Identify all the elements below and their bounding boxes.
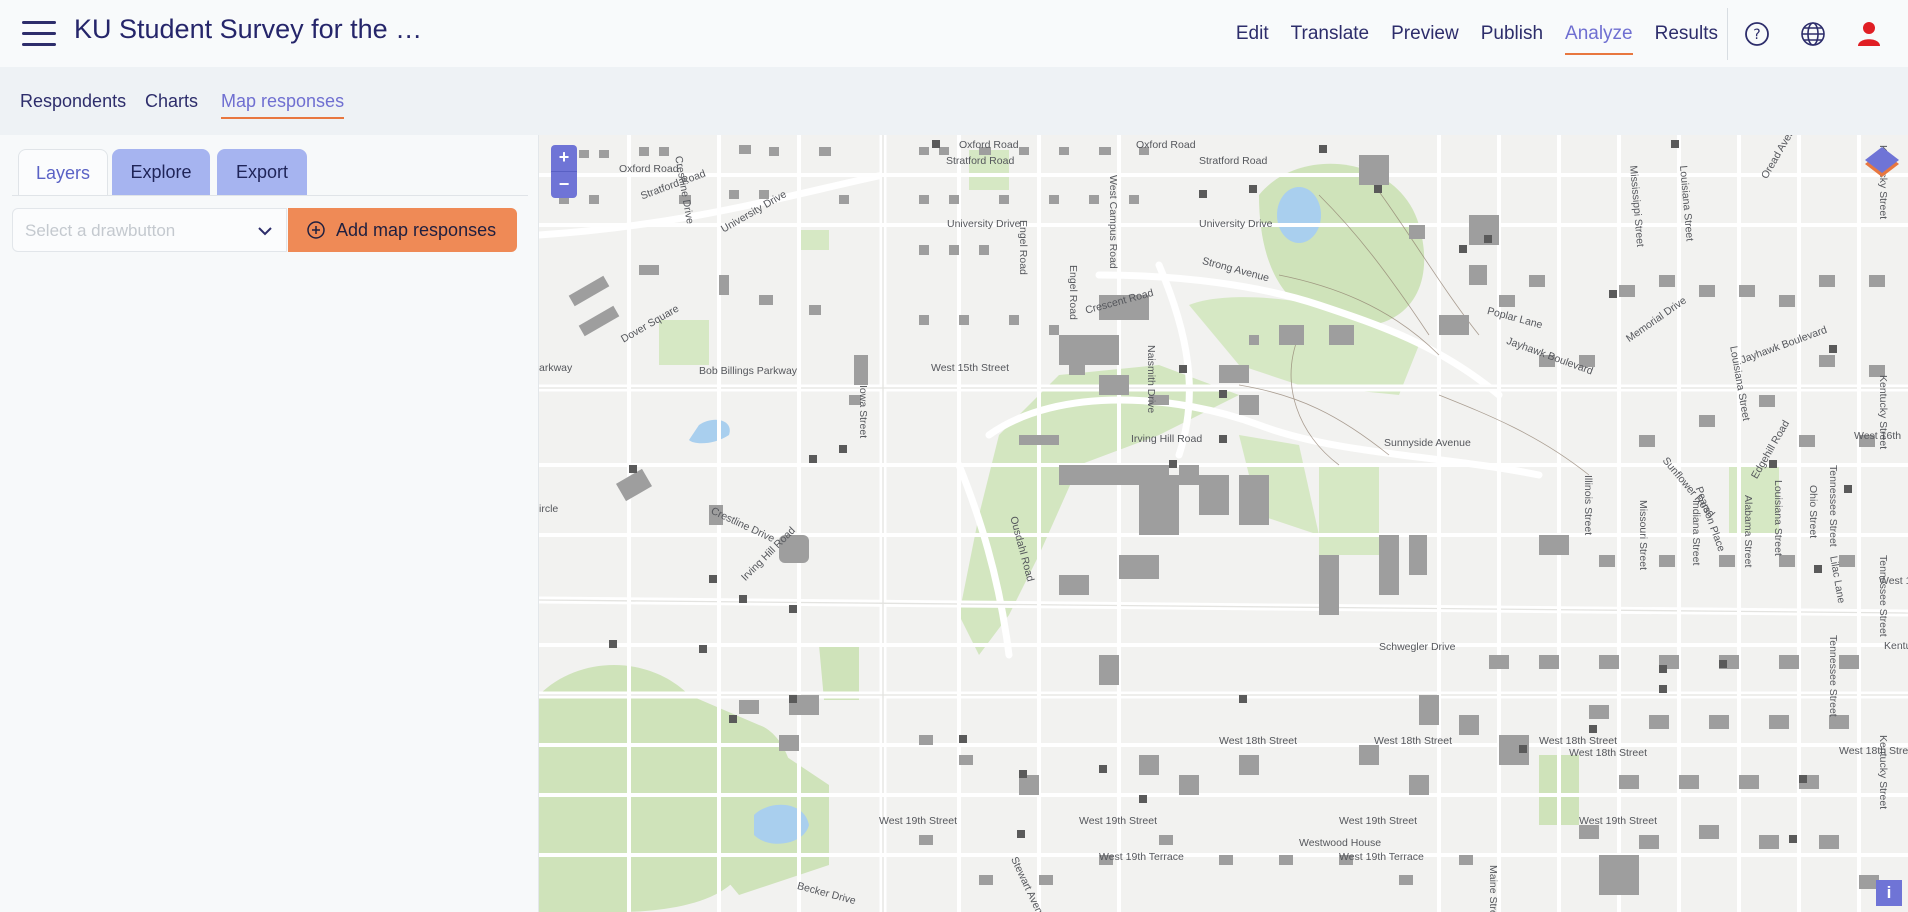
zoom-in-button[interactable]: + (551, 145, 577, 171)
layers-icon[interactable] (1862, 147, 1902, 187)
analyze-subnav: Respondents Charts Map responses (0, 67, 1908, 135)
tabs-divider (12, 195, 528, 196)
tab-respondents[interactable]: Respondents (20, 91, 126, 112)
add-circle-icon (307, 221, 325, 239)
nav-preview[interactable]: Preview (1391, 15, 1459, 53)
map-side-panel: Layers Explore Export Select a drawbutto… (0, 135, 539, 912)
map-basemap (539, 135, 1908, 912)
globe-icon[interactable] (1799, 20, 1827, 48)
top-header: KU Student Survey for the … Edit Transla… (0, 0, 1908, 68)
tab-map-responses[interactable]: Map responses (221, 91, 345, 119)
header-divider (1727, 8, 1728, 60)
svg-text:?: ? (1753, 27, 1760, 43)
menu-icon[interactable] (22, 18, 56, 48)
add-map-responses-label: Add map responses (336, 219, 497, 240)
zoom-out-button[interactable]: − (551, 171, 577, 198)
select-placeholder: Select a drawbutton (25, 221, 176, 240)
nav-results[interactable]: Results (1655, 15, 1718, 53)
add-map-responses-button[interactable]: Add map responses (288, 208, 517, 252)
tab-layers[interactable]: Layers (18, 149, 108, 196)
nav-publish[interactable]: Publish (1481, 15, 1543, 53)
help-icon[interactable]: ? (1743, 20, 1771, 48)
user-icon[interactable] (1855, 20, 1883, 48)
nav-edit[interactable]: Edit (1236, 15, 1269, 53)
top-nav: Edit Translate Preview Publish Analyze R… (1236, 0, 1718, 67)
survey-title: KU Student Survey for the … (74, 14, 423, 44)
zoom-control: + − (551, 145, 577, 198)
map-info-button[interactable]: i (1876, 880, 1902, 906)
chevron-down-icon (258, 227, 272, 236)
tab-explore[interactable]: Explore (112, 149, 210, 195)
drawbutton-select[interactable]: Select a drawbutton (12, 208, 287, 252)
tab-export[interactable]: Export (217, 149, 307, 195)
nav-analyze[interactable]: Analyze (1565, 15, 1633, 55)
map-view[interactable]: Oxford Road Oxford Road Oxford Road Stratfo… (539, 135, 1908, 912)
nav-translate[interactable]: Translate (1291, 15, 1370, 53)
tab-charts[interactable]: Charts (145, 91, 198, 112)
